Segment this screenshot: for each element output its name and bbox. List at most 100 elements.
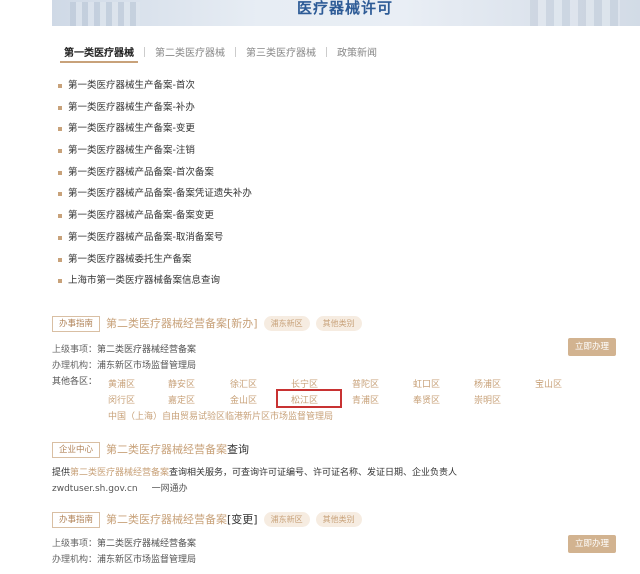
service-card-header: 办事指南 第二类医疗器械经营备案[新办] 浦东新区 其他类别 bbox=[52, 316, 362, 332]
class1-item-list: 第一类医疗器械生产备案-首次 第一类医疗器械生产备案-补办 第一类医疗器械生产备… bbox=[58, 80, 252, 297]
district-link[interactable]: 静安区 bbox=[168, 377, 195, 390]
district-link[interactable]: 金山区 bbox=[230, 393, 257, 406]
bullet-icon bbox=[58, 235, 62, 240]
banner-decoration-right bbox=[530, 0, 620, 26]
district-link[interactable]: 嘉定区 bbox=[168, 393, 195, 406]
list-item[interactable]: 第一类医疗器械生产备案-变更 bbox=[58, 123, 252, 145]
bullet-icon bbox=[58, 279, 62, 284]
source-name: 一网通办 bbox=[151, 484, 188, 494]
apply-now-button[interactable]: 立即办理 bbox=[568, 338, 616, 356]
list-item[interactable]: 第一类医疗器械产品备案-备案变更 bbox=[58, 210, 252, 232]
district-link[interactable]: 闵行区 bbox=[108, 393, 135, 406]
list-item-label[interactable]: 第一类医疗器械生产备案-首次 bbox=[68, 80, 195, 92]
banner-decoration-left bbox=[70, 2, 140, 26]
list-item-label[interactable]: 第一类医疗器械委托生产备案 bbox=[68, 254, 192, 266]
page-banner: 医疗器械许可 bbox=[52, 0, 640, 26]
service-title[interactable]: 第二类医疗器械经营备案查询 bbox=[106, 442, 249, 458]
list-item-label[interactable]: 第一类医疗器械生产备案-变更 bbox=[68, 123, 195, 135]
service-title[interactable]: 第二类医疗器械经营备案[变更] bbox=[106, 512, 258, 528]
district-pill[interactable]: 浦东新区 bbox=[263, 512, 310, 527]
enterprise-center-tag: 企业中心 bbox=[52, 442, 101, 458]
org-label: 办理机构： bbox=[52, 555, 98, 565]
parent-item-value: 第二类医疗器械经营备案 bbox=[97, 539, 197, 549]
district-link[interactable]: 黄浦区 bbox=[108, 377, 135, 390]
highlight-box bbox=[276, 389, 342, 408]
service-title-text[interactable]: 第二类医疗器械经营备案 bbox=[106, 317, 227, 330]
bullet-icon bbox=[58, 257, 62, 262]
list-item-label[interactable]: 第一类医疗器械产品备案-取消备案号 bbox=[68, 232, 223, 244]
list-item-label[interactable]: 第一类医疗器械生产备案-补办 bbox=[68, 102, 195, 114]
district-link[interactable]: 奉贤区 bbox=[413, 393, 440, 406]
service-card-header: 企业中心 第二类医疗器械经营备案查询 bbox=[52, 442, 249, 458]
list-item[interactable]: 第一类医疗器械产品备案-备案凭证遗失补办 bbox=[58, 188, 252, 210]
category-pill[interactable]: 其他类别 bbox=[315, 316, 362, 331]
parent-item-row: 上级事项：第二类医疗器械经营备案 bbox=[52, 342, 196, 358]
org-value: 浦东新区市场监督管理局 bbox=[97, 361, 197, 371]
service-title-text[interactable]: 第二类医疗器械经营备案 bbox=[106, 443, 227, 456]
category-tabs: 第一类医疗器械 第二类医疗器械 第三类医疗器械 政策新闻 bbox=[60, 44, 387, 59]
desc-highlight: 第二类医疗器械经营备案 bbox=[70, 468, 170, 478]
list-item-label[interactable]: 第一类医疗器械产品备案-首次备案 bbox=[68, 167, 214, 179]
banner-title: 医疗器械许可 bbox=[297, 0, 394, 17]
list-item[interactable]: 第一类医疗器械生产备案-注销 bbox=[58, 145, 252, 167]
district-link[interactable]: 崇明区 bbox=[474, 393, 501, 406]
list-item[interactable]: 第一类医疗器械产品备案-首次备案 bbox=[58, 167, 252, 189]
tab-class3[interactable]: 第三类医疗器械 bbox=[236, 44, 326, 59]
service-description: 提供第二类医疗器械经营备案查询相关服务，可查询许可证编号、许可证名称、发证日期、… bbox=[52, 465, 457, 478]
service-card-query: 企业中心 第二类医疗器械经营备案查询 提供第二类医疗器械经营备案查询相关服务，可查… bbox=[52, 442, 632, 498]
active-tab-indicator bbox=[60, 61, 138, 63]
list-item[interactable]: 上海市第一类医疗器械备案信息查询 bbox=[58, 275, 252, 297]
source-row: zwdtuser.sh.gov.cn 一网通办 bbox=[52, 481, 188, 497]
service-title-text[interactable]: 第二类医疗器械经营备案 bbox=[106, 513, 227, 526]
list-item[interactable]: 第一类医疗器械生产备案-首次 bbox=[58, 80, 252, 102]
list-item-label[interactable]: 第一类医疗器械产品备案-备案变更 bbox=[68, 210, 214, 222]
tab-policy-news[interactable]: 政策新闻 bbox=[327, 44, 387, 59]
tab-class2[interactable]: 第二类医疗器械 bbox=[145, 44, 235, 59]
bullet-icon bbox=[58, 170, 62, 175]
guide-tag: 办事指南 bbox=[52, 512, 101, 528]
parent-item-value: 第二类医疗器械经营备案 bbox=[97, 345, 197, 355]
category-pill[interactable]: 其他类别 bbox=[315, 512, 362, 527]
desc-suffix: 查询相关服务，可查询许可证编号、许可证名称、发证日期、企业负责人 bbox=[169, 468, 458, 478]
service-card-change: 办事指南 第二类医疗器械经营备案[变更] 浦东新区 其他类别 上级事项：第二类医疗器械… bbox=[52, 512, 632, 574]
bullet-icon bbox=[58, 105, 62, 110]
bullet-icon bbox=[58, 84, 62, 88]
org-value: 浦东新区市场监督管理局 bbox=[97, 555, 197, 565]
org-row: 办理机构：浦东新区市场监督管理局 bbox=[52, 358, 196, 374]
service-type-bracket: [新办] bbox=[227, 317, 258, 330]
parent-item-label: 上级事项： bbox=[52, 539, 98, 549]
list-item[interactable]: 第一类医疗器械委托生产备案 bbox=[58, 254, 252, 276]
org-label: 办理机构： bbox=[52, 361, 98, 371]
tab-class1[interactable]: 第一类医疗器械 bbox=[60, 44, 144, 59]
bullet-icon bbox=[58, 192, 62, 197]
apply-now-button[interactable]: 立即办理 bbox=[568, 535, 616, 553]
source-url[interactable]: zwdtuser.sh.gov.cn bbox=[52, 484, 138, 494]
service-card-new: 办事指南 第二类医疗器械经营备案[新办] 浦东新区 其他类别 上级事项：第二类医疗器械… bbox=[52, 316, 632, 428]
district-link[interactable]: 普陀区 bbox=[352, 377, 379, 390]
other-districts-label: 其他各区： bbox=[52, 377, 98, 387]
bullet-icon bbox=[58, 127, 62, 132]
bullet-icon bbox=[58, 149, 62, 154]
parent-item-row: 上级事项：第二类医疗器械经营备案 bbox=[52, 536, 196, 552]
district-link[interactable]: 杨浦区 bbox=[474, 377, 501, 390]
service-card-header: 办事指南 第二类医疗器械经营备案[变更] 浦东新区 其他类别 bbox=[52, 512, 362, 528]
guide-tag: 办事指南 bbox=[52, 316, 101, 332]
parent-item-label: 上级事项： bbox=[52, 345, 98, 355]
district-pill[interactable]: 浦东新区 bbox=[263, 316, 310, 331]
district-link[interactable]: 徐汇区 bbox=[230, 377, 257, 390]
other-districts: 其他各区： 黄浦区 静安区 徐汇区 长宁区 普陀区 虹口区 杨浦区 宝山区 闵行… bbox=[52, 374, 632, 426]
service-type-bracket: [变更] bbox=[227, 513, 258, 526]
district-link[interactable]: 宝山区 bbox=[535, 377, 562, 390]
service-title[interactable]: 第二类医疗器械经营备案[新办] bbox=[106, 316, 258, 332]
service-title-suffix[interactable]: 查询 bbox=[227, 443, 249, 456]
bullet-icon bbox=[58, 214, 62, 219]
district-link[interactable]: 青浦区 bbox=[352, 393, 379, 406]
org-row: 办理机构：浦东新区市场监督管理局 bbox=[52, 552, 196, 568]
district-link[interactable]: 虹口区 bbox=[413, 377, 440, 390]
list-item-label[interactable]: 第一类医疗器械生产备案-注销 bbox=[68, 145, 195, 157]
list-item[interactable]: 第一类医疗器械产品备案-取消备案号 bbox=[58, 232, 252, 254]
district-link[interactable]: 中国（上海）自由贸易试验区临港新片区市场监督管理局 bbox=[108, 409, 333, 422]
list-item-label[interactable]: 上海市第一类医疗器械备案信息查询 bbox=[68, 275, 220, 287]
list-item-label[interactable]: 第一类医疗器械产品备案-备案凭证遗失补办 bbox=[68, 188, 252, 200]
list-item[interactable]: 第一类医疗器械生产备案-补办 bbox=[58, 102, 252, 124]
